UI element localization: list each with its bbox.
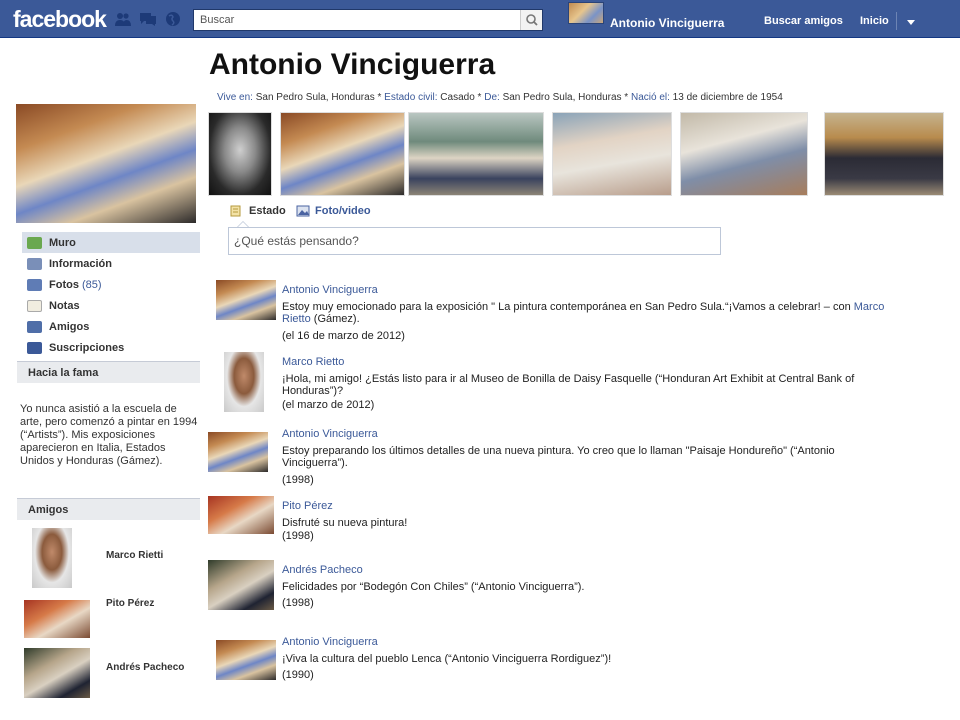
sidebar-nav: Muro Información Fotos (85) Notas Amigos… bbox=[22, 232, 200, 358]
user-avatar[interactable] bbox=[568, 2, 604, 24]
post-date[interactable]: (el 16 de marzo de 2012) bbox=[282, 330, 405, 342]
profile-name: Antonio Vinciguerra bbox=[209, 48, 496, 81]
post-date[interactable]: (el marzo de 2012) bbox=[282, 399, 374, 411]
facebook-logo[interactable]: facebook bbox=[13, 6, 107, 33]
info-key-hometown[interactable]: De: bbox=[484, 92, 500, 103]
status-pencil-icon bbox=[230, 205, 241, 217]
post-date[interactable]: (1998) bbox=[282, 474, 314, 486]
info-value-civil-status: Casado * bbox=[440, 92, 482, 103]
info-value-residence: San Pedro Sula, Honduras * bbox=[255, 92, 382, 103]
friend-photo-marco[interactable] bbox=[32, 528, 72, 588]
photo-strip-duo[interactable] bbox=[552, 112, 672, 196]
composer-box bbox=[228, 227, 721, 255]
post-author[interactable]: Antonio Vinciguerra bbox=[282, 284, 378, 296]
post-avatar[interactable] bbox=[224, 352, 264, 412]
post-text: Felicidades por “Bodegón Con Chiles” (“A… bbox=[282, 581, 585, 593]
search-input[interactable] bbox=[194, 10, 514, 30]
sidebar-item-label: Información bbox=[49, 257, 112, 270]
post-date[interactable]: (1998) bbox=[282, 530, 314, 542]
sidebar-item-subscriptions[interactable]: Suscripciones bbox=[22, 337, 200, 358]
photo-strip-couple[interactable] bbox=[680, 112, 808, 196]
post-author[interactable]: Marco Rietto bbox=[282, 356, 344, 368]
post-text: Estoy muy emocionado para la exposición … bbox=[282, 301, 907, 325]
sidebar-item-wall[interactable]: Muro bbox=[22, 232, 200, 253]
info-key-residence[interactable]: Vive en: bbox=[217, 92, 253, 103]
sidebar-item-friends[interactable]: Amigos bbox=[22, 316, 200, 337]
post-date[interactable]: (1998) bbox=[282, 597, 314, 609]
friend-photo-andres[interactable] bbox=[24, 648, 90, 698]
notifications-globe-icon[interactable] bbox=[164, 11, 182, 27]
info-value-hometown: San Pedro Sula, Honduras * bbox=[502, 92, 629, 103]
info-key-civil-status[interactable]: Estado civil: bbox=[384, 92, 437, 103]
post-text-part: (Gámez). bbox=[310, 313, 360, 325]
composer-tab-status-label: Estado bbox=[249, 204, 286, 217]
status-input[interactable] bbox=[229, 228, 720, 254]
post-date[interactable]: (1990) bbox=[282, 669, 314, 681]
rss-icon bbox=[27, 341, 42, 354]
friend-name-pito[interactable]: Pito Pérez bbox=[106, 598, 154, 609]
post-avatar[interactable] bbox=[208, 496, 274, 534]
friend-name-marco[interactable]: Marco Rietti bbox=[106, 550, 163, 561]
composer-tab-status[interactable]: Estado bbox=[230, 204, 286, 217]
friends-icon bbox=[27, 320, 42, 333]
user-name-link[interactable]: Antonio Vinciguerra bbox=[610, 16, 724, 30]
top-bar: facebook Antonio Vinciguerra Buscar amig… bbox=[0, 0, 960, 38]
nav-divider bbox=[896, 12, 897, 30]
sidebar-item-photos[interactable]: Fotos (85) bbox=[22, 274, 200, 295]
wall-icon bbox=[27, 236, 42, 249]
post-avatar[interactable] bbox=[216, 640, 276, 680]
sidebar-item-label: Notas bbox=[49, 299, 80, 312]
post-text-part: Estoy muy emocionado para la exposición … bbox=[282, 301, 854, 313]
sidebar-item-label: Fotos bbox=[49, 278, 79, 291]
post-author[interactable]: Antonio Vinciguerra bbox=[282, 636, 378, 648]
post-text: ¡Viva la cultura del pueblo Lenca (“Anto… bbox=[282, 653, 612, 665]
account-menu-arrow-icon[interactable] bbox=[907, 20, 915, 25]
post-text: ¡Hola, mi amigo! ¿Estás listo para ir al… bbox=[282, 373, 855, 397]
post-author[interactable]: Antonio Vinciguerra bbox=[282, 428, 378, 440]
post-avatar[interactable] bbox=[208, 560, 274, 610]
find-friends-link[interactable]: Buscar amigos bbox=[764, 15, 843, 27]
bio-text: Yo nunca asistió a la escuela de arte, p… bbox=[20, 403, 198, 467]
sidebar-item-info[interactable]: Información bbox=[22, 253, 200, 274]
home-link[interactable]: Inicio bbox=[860, 15, 889, 27]
photo-video-icon bbox=[296, 205, 310, 217]
profile-info-line: Vive en: San Pedro Sula, Honduras * Esta… bbox=[217, 92, 783, 103]
friend-requests-icon[interactable] bbox=[114, 11, 132, 27]
post-author[interactable]: Andrés Pacheco bbox=[282, 564, 363, 576]
post-text: Disfruté su nueva pintura! bbox=[282, 517, 408, 529]
photo-strip-portrait[interactable] bbox=[208, 112, 272, 196]
profile-picture[interactable] bbox=[16, 104, 196, 223]
info-icon bbox=[27, 257, 42, 270]
photo-strip-suits[interactable] bbox=[824, 112, 944, 196]
composer-tab-photo-label: Foto/video bbox=[315, 204, 371, 217]
photo-strip-gallery[interactable] bbox=[280, 112, 405, 196]
composer-tab-photo[interactable]: Foto/video bbox=[296, 204, 371, 217]
sidebar-item-label: Amigos bbox=[49, 320, 90, 333]
sidebar-item-notes[interactable]: Notas bbox=[22, 295, 200, 316]
photo-strip-group[interactable] bbox=[408, 112, 544, 196]
post-author[interactable]: Pito Pérez bbox=[282, 500, 333, 512]
notes-icon bbox=[27, 299, 42, 312]
sidebar-item-label: Suscripciones bbox=[49, 341, 125, 354]
photos-count: (85) bbox=[81, 278, 102, 291]
friend-name-andres[interactable]: Andrés Pacheco bbox=[106, 662, 184, 673]
search-button[interactable] bbox=[520, 10, 542, 30]
sidebar-item-label: Muro bbox=[49, 236, 76, 249]
search-box bbox=[193, 9, 543, 31]
post-avatar[interactable] bbox=[216, 280, 276, 320]
post-text: Estoy preparando los últimos detalles de… bbox=[282, 445, 835, 469]
fame-section-heading: Hacia la fama bbox=[17, 361, 200, 383]
messages-icon[interactable] bbox=[139, 11, 157, 27]
photos-icon bbox=[27, 278, 42, 291]
search-icon bbox=[526, 14, 538, 26]
friends-section-heading[interactable]: Amigos bbox=[17, 498, 200, 520]
info-key-birthday[interactable]: Nació el: bbox=[631, 92, 670, 103]
post-avatar[interactable] bbox=[208, 432, 268, 472]
info-value-birthday: 13 de diciembre de 1954 bbox=[672, 92, 783, 103]
friend-photo-pito[interactable] bbox=[24, 600, 90, 638]
